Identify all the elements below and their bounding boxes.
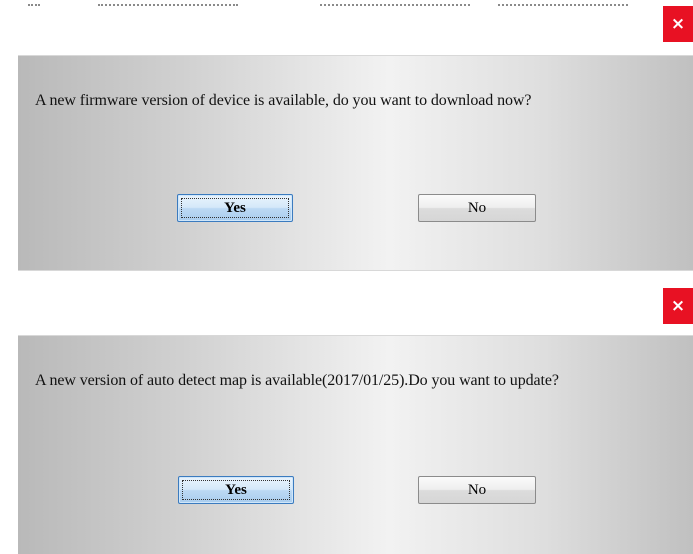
- dialog-message: A new firmware version of device is avai…: [35, 92, 532, 109]
- close-button[interactable]: ×: [663, 6, 693, 42]
- yes-button[interactable]: Yes: [177, 194, 293, 222]
- close-button[interactable]: ×: [663, 288, 693, 324]
- no-button[interactable]: No: [418, 476, 536, 504]
- close-icon: ×: [670, 296, 686, 316]
- no-button-label: No: [467, 200, 487, 216]
- dialog-titlebar: ×: [0, 6, 693, 44]
- firmware-update-dialog: × A new firmware version of device is av…: [0, 6, 693, 272]
- yes-button-label: Yes: [225, 482, 247, 498]
- no-button-label: No: [467, 482, 487, 498]
- yes-button-label: Yes: [224, 200, 246, 216]
- close-icon: ×: [670, 14, 686, 34]
- dialog-content-panel: A new firmware version of device is avai…: [18, 55, 693, 271]
- no-button[interactable]: No: [418, 194, 536, 222]
- dialog-message: A new version of auto detect map is avai…: [35, 372, 559, 389]
- map-update-dialog: × A new version of auto detect map is av…: [0, 288, 693, 554]
- yes-button[interactable]: Yes: [178, 476, 294, 504]
- dialog-content-panel: A new version of auto detect map is avai…: [18, 335, 693, 554]
- dialog-titlebar: ×: [0, 288, 693, 326]
